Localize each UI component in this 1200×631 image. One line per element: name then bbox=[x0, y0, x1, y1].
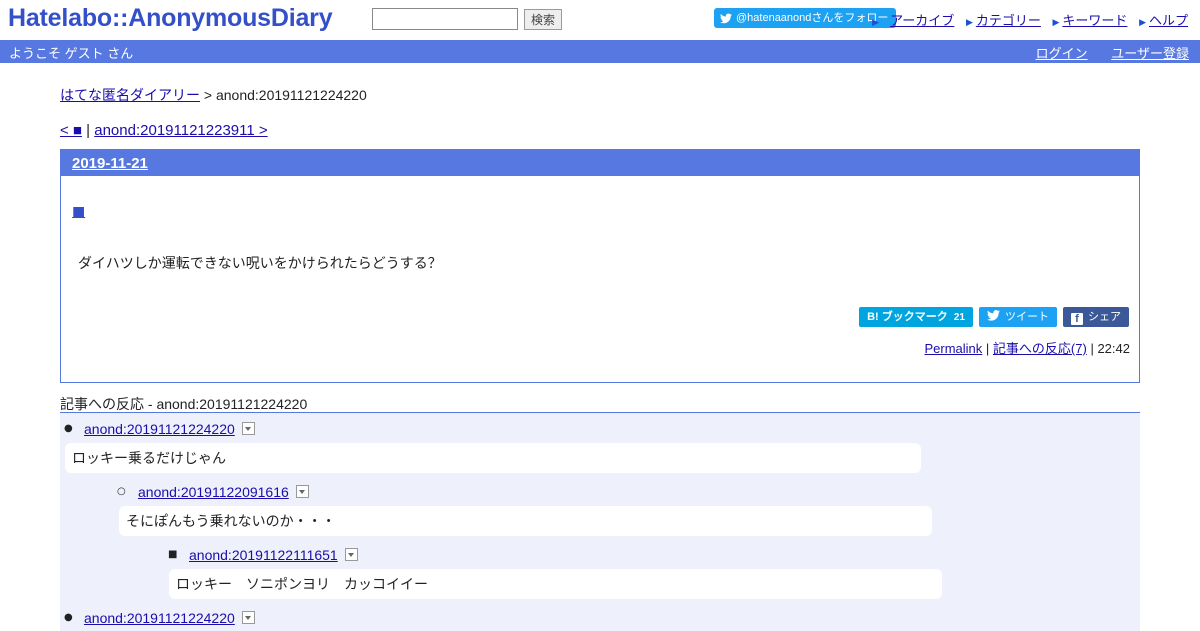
chevron-right-icon: ▶ bbox=[965, 17, 973, 27]
facebook-share-button[interactable]: f シェア bbox=[1063, 307, 1129, 327]
permalink[interactable]: Permalink bbox=[924, 341, 982, 356]
list-bullet: ● bbox=[64, 423, 73, 434]
next-entry-link[interactable]: anond:20191121223911 > bbox=[94, 122, 267, 139]
site-logo[interactable]: Hatelabo::AnonymousDiary bbox=[8, 4, 333, 33]
entry-time: 22:42 bbox=[1097, 341, 1130, 356]
references-list: ● anond:20191121224220 ロッキー乗るだけじゃん ○ ano… bbox=[60, 412, 1140, 631]
facebook-icon: f bbox=[1071, 313, 1083, 325]
chevron-right-icon: ▶ bbox=[872, 17, 880, 27]
entry-title-link[interactable]: ■ bbox=[72, 204, 85, 220]
register-link[interactable]: ユーザー登録 bbox=[1111, 46, 1189, 61]
search-button[interactable]: 検索 bbox=[524, 9, 562, 30]
login-link[interactable]: ログイン bbox=[1036, 46, 1088, 61]
chevron-right-icon: ▶ bbox=[1139, 17, 1146, 27]
diary-entry: 2019-11-21 ■ ダイハツしか運転できない呪いをかけられたらどうする？ … bbox=[60, 149, 1140, 383]
twitter-follow-label: @hatenaanondさんをフォロー bbox=[736, 12, 889, 24]
list-bullet: ○ bbox=[117, 486, 126, 497]
entry-meta: Permalink | 記事への反応(7) | 22:42 bbox=[924, 338, 1130, 357]
list-bullet: ● bbox=[64, 612, 73, 623]
reference-link[interactable]: anond:20191121224220 bbox=[84, 421, 235, 437]
reference-item: anond:20191121224220 bbox=[84, 421, 255, 437]
twitter-follow-button[interactable]: @hatenaanondさんをフォロー bbox=[714, 8, 897, 28]
top-nav: ▶ アーカイブ ▶ カテゴリー ▶ キーワード ▶ ヘルプ bbox=[872, 10, 1188, 29]
tweet-label: ツイート bbox=[1005, 311, 1049, 323]
breadcrumb-separator: > bbox=[203, 87, 213, 103]
facebook-share-label: シェア bbox=[1088, 311, 1121, 323]
dropdown-icon[interactable] bbox=[241, 611, 255, 624]
reactions-link[interactable]: 記事への反応(7) bbox=[993, 341, 1087, 356]
entry-date-header: 2019-11-21 bbox=[61, 150, 1139, 176]
reference-item: anond:20191121224220 bbox=[84, 610, 255, 626]
share-buttons: B! ブックマーク 21 ツイート f シェア bbox=[853, 307, 1129, 327]
search-input[interactable] bbox=[372, 8, 518, 30]
references-title: 記事への反応 - anond:20191121224220 bbox=[60, 396, 308, 412]
dropdown-icon[interactable] bbox=[344, 548, 358, 561]
breadcrumb: はてな匿名ダイアリー > anond:20191121224220 bbox=[60, 85, 367, 105]
nav-help[interactable]: ヘルプ bbox=[1149, 13, 1188, 28]
entry-pager: < ■ | anond:20191121223911 > bbox=[60, 122, 268, 139]
reference-text: そにぽんもう乗れないのか・・・ bbox=[119, 506, 932, 536]
meta-separator: | bbox=[985, 341, 990, 356]
user-bar: ようこそ ゲスト さん ログイン ユーザー登録 bbox=[0, 40, 1200, 63]
hatena-bookmark-count: 21 bbox=[953, 312, 965, 323]
site-header: Hatelabo::AnonymousDiary 検索 @hatenaanond… bbox=[0, 0, 1200, 40]
breadcrumb-home[interactable]: はてな匿名ダイアリー bbox=[60, 87, 200, 103]
list-bullet: ■ bbox=[168, 549, 178, 560]
twitter-icon bbox=[987, 310, 1000, 321]
meta-separator: | bbox=[1090, 341, 1094, 356]
reference-link[interactable]: anond:20191122111651 bbox=[189, 547, 338, 563]
prev-entry-link[interactable]: < ■ bbox=[60, 122, 82, 139]
entry-date-link[interactable]: 2019-11-21 bbox=[72, 155, 148, 172]
tweet-button[interactable]: ツイート bbox=[979, 307, 1057, 327]
welcome-text: ようこそ ゲスト さん bbox=[9, 46, 134, 61]
nav-keyword[interactable]: キーワード bbox=[1062, 13, 1127, 28]
nav-category[interactable]: カテゴリー bbox=[976, 13, 1041, 28]
dropdown-icon[interactable] bbox=[295, 485, 309, 498]
reference-text: ロッキー ソニポンヨリ カッコイイー bbox=[169, 569, 942, 599]
reference-item: anond:20191122091616 bbox=[138, 484, 309, 500]
hatena-bookmark-button[interactable]: B! ブックマーク 21 bbox=[859, 307, 973, 327]
reference-link[interactable]: anond:20191122091616 bbox=[138, 484, 289, 500]
pager-separator: | bbox=[86, 122, 91, 139]
twitter-icon bbox=[720, 13, 732, 24]
dropdown-icon[interactable] bbox=[241, 422, 255, 435]
entry-body: ダイハツしか運転できない呪いをかけられたらどうする？ bbox=[78, 255, 442, 271]
reference-link[interactable]: anond:20191121224220 bbox=[84, 610, 235, 626]
reference-text: ロッキー乗るだけじゃん bbox=[65, 443, 921, 473]
nav-archive[interactable]: アーカイブ bbox=[890, 13, 954, 28]
breadcrumb-current: anond:20191121224220 bbox=[215, 87, 367, 103]
hatena-bookmark-label: B! ブックマーク bbox=[867, 311, 948, 323]
chevron-right-icon: ▶ bbox=[1052, 17, 1060, 27]
reference-item: anond:20191122111651 bbox=[189, 547, 358, 563]
